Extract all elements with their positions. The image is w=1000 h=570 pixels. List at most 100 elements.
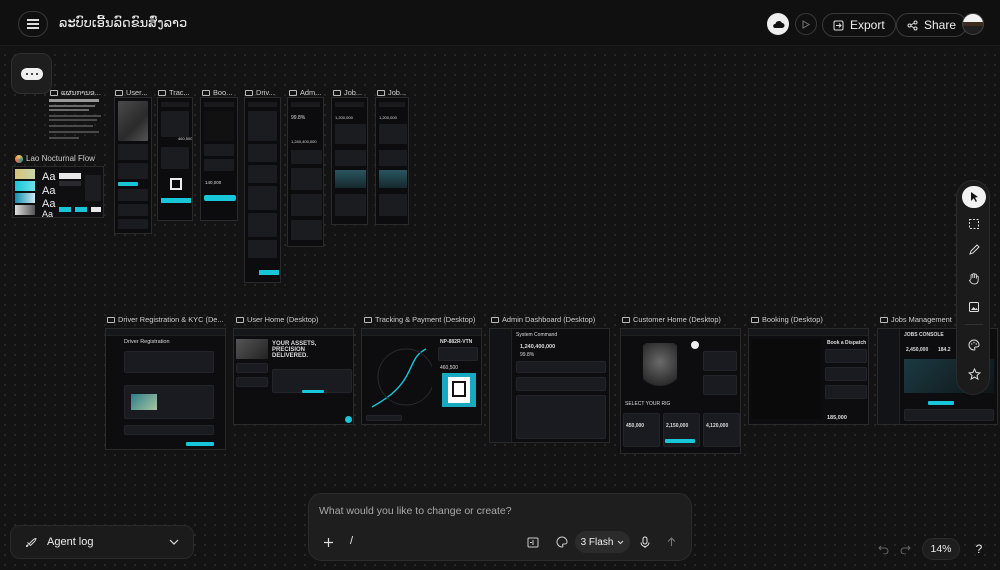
redo-button[interactable] <box>894 538 916 560</box>
rig-card <box>703 413 740 447</box>
chat-widget-button[interactable] <box>11 53 52 94</box>
customer-home-desktop-frame[interactable]: SELECT YOUR RIG 450,000 2,150,000 4,120,… <box>620 328 741 454</box>
card <box>291 220 322 240</box>
export-button[interactable]: Export <box>822 13 896 37</box>
jobs-mobile-frame-2[interactable]: 1,200,000 <box>375 97 409 225</box>
toolbar-divider <box>965 324 983 325</box>
admin-title: System Command <box>516 332 558 338</box>
doc-line <box>49 137 79 139</box>
frame-label[interactable]: Job... <box>377 88 415 97</box>
play-button[interactable] <box>795 13 817 35</box>
frame-label[interactable]: Admin Dashboard (Desktop) <box>491 315 611 324</box>
insert-frame-button[interactable] <box>522 531 544 553</box>
app-header <box>749 329 868 336</box>
card <box>291 194 322 216</box>
style-button[interactable] <box>551 531 573 553</box>
user-mobile-frame[interactable] <box>114 97 152 234</box>
design-system-label[interactable]: Lao Nocturnal Flow <box>15 154 95 163</box>
tracking-mobile-frame[interactable]: 460,500 <box>157 97 193 221</box>
frame-label[interactable]: Driv... <box>245 88 283 97</box>
jobs-value: 1,200,000 <box>335 115 353 120</box>
voice-input-button[interactable] <box>634 531 656 553</box>
frame-label[interactable]: User Home (Desktop) <box>236 315 356 324</box>
theme-button[interactable] <box>767 13 789 35</box>
frame-label[interactable]: Job... <box>333 88 371 97</box>
favorite-tool-button[interactable] <box>962 363 986 385</box>
driver-registration-desktop-frame[interactable]: Driver Registration <box>105 328 226 450</box>
tracking-amount: 460,500 <box>440 365 459 371</box>
export-label: Export <box>850 18 885 32</box>
frame-label[interactable]: Adm... <box>289 88 327 97</box>
frame-label[interactable]: ແຜນການອ... <box>50 88 104 97</box>
avatar[interactable] <box>962 13 984 35</box>
admin-percent: 99.8% <box>520 352 535 358</box>
card <box>248 144 277 162</box>
card <box>703 351 737 371</box>
app-bar <box>335 102 364 107</box>
design-system-card[interactable]: Aa Aa Aa Aa <box>12 166 104 219</box>
hand-tool-button[interactable] <box>962 267 986 289</box>
frame-label[interactable]: Jobs Management (... <box>880 315 954 324</box>
frame-label[interactable]: Driver Registration & KYC (De... <box>107 315 227 324</box>
frame-label[interactable]: Booking (Desktop) <box>751 315 871 324</box>
frame-label[interactable]: User... <box>115 88 153 97</box>
frame-label[interactable]: Tracking & Payment (Desktop) <box>364 315 484 324</box>
help-button[interactable]: ? <box>968 538 990 560</box>
card <box>248 240 277 258</box>
rig-price: 450,000 <box>626 423 645 429</box>
frame-label[interactable]: Customer Home (Desktop) <box>622 315 742 324</box>
booking-desktop-frame[interactable]: Book a Dispatch 185,000 <box>748 328 869 425</box>
star-icon <box>967 367 981 380</box>
map-preview <box>643 343 677 391</box>
model-label: 3 Flash <box>580 536 614 548</box>
send-button[interactable] <box>660 531 682 553</box>
device-icon <box>333 89 341 96</box>
driver-mobile-frame[interactable] <box>244 97 281 283</box>
booking-mobile-frame[interactable]: 140,000 <box>200 97 238 221</box>
menu-button[interactable] <box>18 11 48 37</box>
doc-line <box>49 131 99 133</box>
cta <box>161 198 191 203</box>
card <box>118 204 148 216</box>
chat-bubble-icon <box>20 67 43 80</box>
admin-mobile-frame[interactable]: 99.8% 1,240,400,000 <box>287 97 324 247</box>
frame-label[interactable]: Trac... <box>158 88 196 97</box>
table-card <box>516 395 606 439</box>
card <box>161 147 189 169</box>
slash-command-button[interactable]: / <box>350 535 353 547</box>
image-tool-button[interactable] <box>962 296 986 318</box>
desktop-icon <box>751 316 759 323</box>
select-area-tool-button[interactable] <box>962 213 986 235</box>
device-icon <box>245 89 253 96</box>
frame-label[interactable]: Boo... <box>202 88 240 97</box>
theme-tool-button[interactable] <box>962 334 986 356</box>
zoom-level-button[interactable]: 14% <box>922 538 960 560</box>
sidebar <box>878 329 900 424</box>
agent-log-button[interactable]: Agent log <box>10 525 194 559</box>
chip-sample <box>59 207 71 212</box>
add-button[interactable] <box>317 531 339 553</box>
map-preview <box>335 170 366 188</box>
card <box>204 144 234 156</box>
tracking-payment-desktop-frame[interactable]: NP-882R-VTN 460,500 <box>361 328 482 425</box>
upload-card <box>124 385 214 419</box>
rocket-icon <box>26 538 37 547</box>
user-home-desktop-frame[interactable]: YOUR ASSETS, PRECISION DELIVERED. <box>233 328 354 425</box>
map-preview <box>204 111 234 141</box>
pen-tool-button[interactable] <box>962 239 986 261</box>
jobs-mobile-frame[interactable]: 1,200,000 <box>331 97 368 225</box>
prompt-input[interactable] <box>319 502 679 520</box>
undo-button[interactable] <box>872 538 894 560</box>
type-sample: Aa <box>42 185 56 197</box>
swatch <box>15 169 35 179</box>
model-selector[interactable]: 3 Flash <box>575 531 630 553</box>
app-bar <box>161 102 189 107</box>
share-button[interactable]: Share <box>896 13 968 37</box>
qr-panel <box>442 373 476 407</box>
admin-percent: 99.8% <box>291 115 306 121</box>
cursor-tool-button[interactable] <box>962 186 986 208</box>
card <box>825 349 867 363</box>
plan-document-frame[interactable] <box>47 97 105 145</box>
card <box>248 186 277 210</box>
admin-dashboard-desktop-frame[interactable]: System Command 1,240,400,000 99.8% <box>489 328 610 443</box>
